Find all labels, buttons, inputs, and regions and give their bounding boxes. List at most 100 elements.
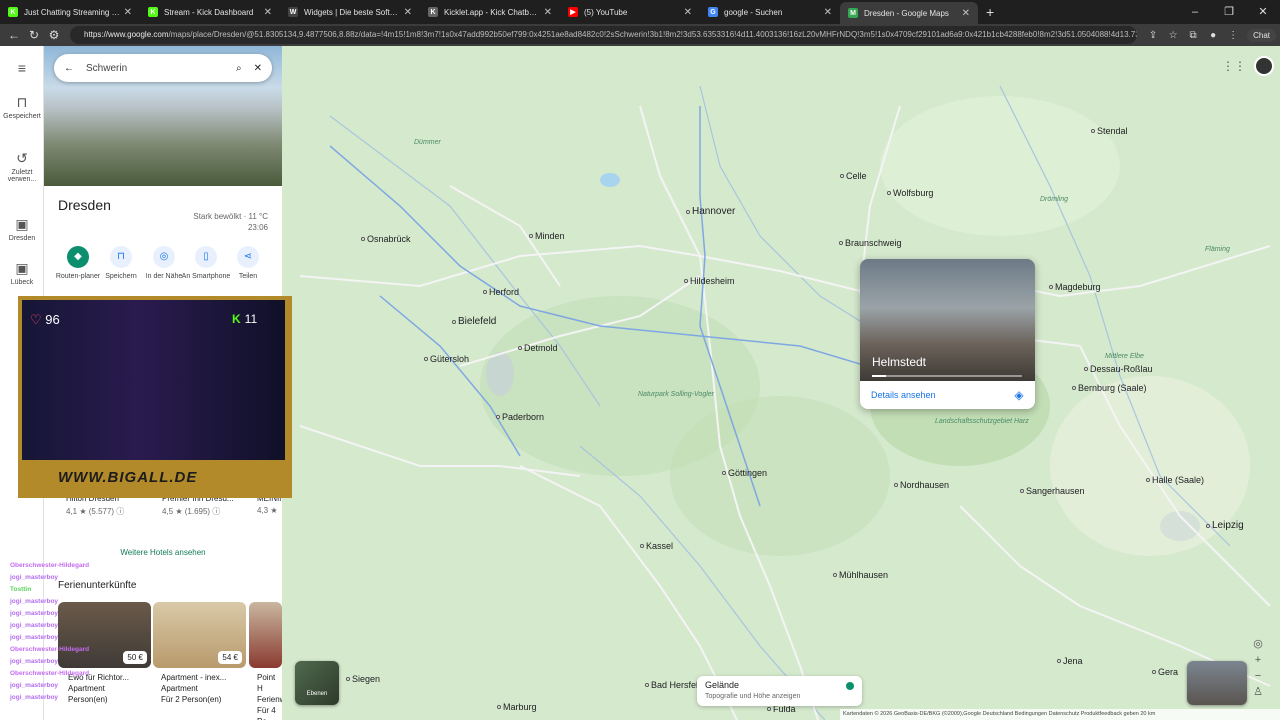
map-label[interactable]: Marburg	[503, 702, 537, 712]
map-label[interactable]: Naturpark Solling-Vogler	[638, 391, 714, 399]
map-label[interactable]: Mittlere Elbe	[1105, 353, 1144, 361]
bookmark-star-icon[interactable]: ☆	[1163, 30, 1183, 41]
layers-button[interactable]: Ebenen	[295, 661, 339, 705]
tab-close-icon[interactable]: ✕	[684, 7, 692, 18]
rental-card-image[interactable]	[249, 602, 282, 668]
map-label[interactable]: Halle (Saale)	[1152, 475, 1204, 485]
nearby-icon: ◎	[153, 246, 175, 268]
browser-tab[interactable]: ▶ (5) YouTube ✕	[560, 0, 700, 24]
city-dot	[686, 210, 690, 214]
street-view-thumbnail[interactable]	[1187, 661, 1247, 705]
tab-title: Just Chatting Streaming - Live Str	[24, 7, 120, 17]
map-label[interactable]: Stendal	[1097, 126, 1128, 136]
share-button[interactable]: ⋖ Teilen	[223, 246, 273, 281]
place-preview-card[interactable]: Helmstedt Details ansehen ◈	[860, 259, 1035, 409]
webcam-video: ♡ 96 K 11	[22, 300, 285, 460]
map-label[interactable]: Landschaftsschutzgebiet Harz	[935, 418, 1029, 426]
map-label[interactable]: Kassel	[646, 541, 673, 551]
map-label[interactable]: Paderborn	[502, 412, 544, 422]
map-label[interactable]: Göttingen	[728, 468, 767, 478]
directions-icon[interactable]: ◈	[1011, 387, 1027, 403]
map-label[interactable]: Gera	[1158, 667, 1178, 677]
avatar[interactable]	[1254, 56, 1274, 76]
close-window-icon[interactable]: ✕	[1246, 0, 1280, 24]
menu-button[interactable]: ≡	[0, 60, 44, 78]
menu-dots-icon[interactable]: ⋮	[1223, 30, 1243, 41]
map-label[interactable]: Hildesheim	[690, 276, 735, 286]
map-label[interactable]: Osnabrück	[367, 234, 411, 244]
profile-icon[interactable]: ●	[1203, 30, 1223, 41]
kick-counter: K 11	[232, 312, 258, 326]
zoom-out-button[interactable]: −	[1250, 668, 1266, 684]
map-label[interactable]: Bad Hersfeld	[651, 680, 703, 690]
share-icon[interactable]: ⇪	[1143, 30, 1163, 41]
map-label[interactable]: Celle	[846, 171, 867, 181]
terrain-toggle[interactable]: Gelände Topografie und Höhe anzeigen	[697, 676, 862, 706]
search-box[interactable]: ← Schwerin ⌕ ✕	[54, 54, 272, 82]
minimize-icon[interactable]: –	[1178, 0, 1212, 24]
browser-tab[interactable]: M Dresden - Google Maps ✕	[840, 2, 978, 24]
pegman-icon[interactable]: ♙	[1250, 684, 1266, 700]
close-icon[interactable]: ✕	[254, 63, 262, 74]
browser-tab[interactable]: K Kicklet.app - Kick Chatbot and Ov ✕	[420, 0, 560, 24]
locate-icon[interactable]: ◎	[1250, 636, 1266, 652]
browser-tab[interactable]: Ggoogle - Suchen ✕	[700, 0, 840, 24]
map-label[interactable]: Detmold	[524, 343, 558, 353]
map-label[interactable]: Dümmer	[414, 139, 441, 147]
city-dot	[452, 320, 456, 324]
map-footer: Kartendaten © 2026 GeoBasis-DE/BKG (©200…	[840, 709, 1280, 720]
extensions-icon[interactable]: ⧉	[1183, 30, 1203, 41]
back-arrow-icon[interactable]: ←	[64, 63, 74, 74]
chat-button[interactable]: Chat	[1247, 28, 1276, 42]
zoom-in-button[interactable]: +	[1250, 652, 1266, 668]
map-label[interactable]: Fläming	[1205, 246, 1230, 254]
map-label[interactable]: Minden	[535, 231, 565, 241]
map-label[interactable]: Dessau-Roßlau	[1090, 364, 1153, 374]
map-label[interactable]: Leipzig	[1212, 520, 1244, 531]
city-dot	[1049, 285, 1053, 289]
url-field[interactable]: https://www.google.com/maps/place/Dresde…	[70, 26, 1138, 44]
browser-tab[interactable]: W Widgets | Die beste Software zur G ✕	[280, 0, 420, 24]
rail-recent[interactable]: ↺ Zuletzt verwen...	[0, 150, 44, 183]
map-label[interactable]: Gütersloh	[430, 354, 469, 364]
map-label[interactable]: Magdeburg	[1055, 282, 1101, 292]
chat-line: jogi_masterboy	[10, 608, 240, 620]
tab-close-icon[interactable]: ✕	[124, 7, 132, 18]
search-icon[interactable]: ⌕	[236, 63, 242, 74]
map-label[interactable]: Jena	[1063, 656, 1083, 666]
map-label[interactable]: Mühlhausen	[839, 570, 888, 580]
map-label[interactable]: Herford	[489, 287, 519, 297]
tab-close-icon[interactable]: ✕	[544, 7, 552, 18]
apps-grid-icon[interactable]: ⋮⋮	[1222, 59, 1246, 73]
stream-chat-overlay: Oberschwester-Hildegard jogi_masterboy Tos…	[10, 560, 240, 704]
map-label[interactable]: Siegen	[352, 674, 380, 684]
map-label[interactable]: Hannover	[692, 206, 735, 217]
new-tab-button[interactable]: +	[986, 4, 994, 20]
map-label[interactable]: Drömling	[1040, 196, 1068, 204]
details-link[interactable]: Details ansehen	[871, 390, 936, 400]
back-icon[interactable]: ←	[4, 28, 24, 42]
browser-tab[interactable]: K Stream - Kick Dashboard ✕	[140, 0, 280, 24]
rail-saved[interactable]: ⊓ Gespeichert	[0, 94, 44, 120]
rail-dresden[interactable]: ▣ Dresden	[0, 216, 44, 242]
search-input[interactable]: Schwerin	[86, 63, 236, 74]
tab-favicon-icon: G	[708, 7, 718, 17]
tab-close-icon[interactable]: ✕	[824, 7, 832, 18]
tab-close-icon[interactable]: ✕	[264, 7, 272, 18]
more-hotels-link[interactable]: Weitere Hotels ansehen	[44, 548, 282, 557]
city-dot	[1152, 670, 1156, 674]
map-label[interactable]: Bernburg (Saale)	[1078, 383, 1147, 393]
maximize-icon[interactable]: ❐	[1212, 0, 1246, 24]
photo-progress	[872, 375, 1022, 377]
map-label[interactable]: Wolfsburg	[893, 188, 933, 198]
reload-icon[interactable]: ↻	[24, 28, 44, 42]
map-label[interactable]: Sangerhausen	[1026, 486, 1085, 496]
tab-close-icon[interactable]: ✕	[962, 8, 970, 19]
map-label[interactable]: Nordhausen	[900, 480, 949, 490]
map-label[interactable]: Braunschweig	[845, 238, 902, 248]
site-info-icon[interactable]: ⚙	[44, 28, 64, 42]
browser-tab[interactable]: K Just Chatting Streaming - Live Str ✕	[0, 0, 140, 24]
map-label[interactable]: Bielefeld	[458, 316, 496, 327]
tab-close-icon[interactable]: ✕	[404, 7, 412, 18]
rail-luebeck[interactable]: ▣ Lübeck	[0, 260, 44, 286]
